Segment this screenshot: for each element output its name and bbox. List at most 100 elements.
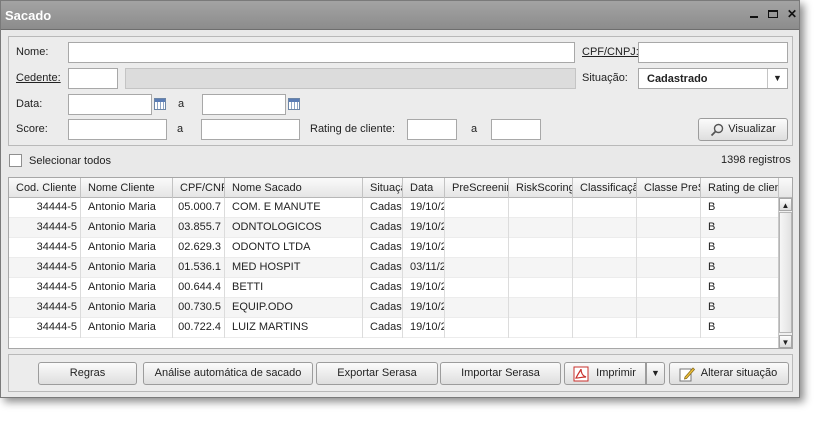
cell-classe-pres [637,238,701,258]
cell-riskscoring [509,318,573,338]
cell-cod-cliente: 34444-5 [9,258,81,278]
col-rating-cliente[interactable]: Rating de cliente [701,178,779,198]
table-row[interactable]: 34444-5 Antonio Maria 00.730.5 EQUIP.ODO Cad… [9,298,779,318]
col-cpf-cnpj[interactable]: CPF/CNPJ [173,178,225,198]
cell-classificacao [573,218,637,238]
regras-button[interactable]: Regras [38,362,137,385]
cell-cpf-cnpj: 01.536.1 [173,258,225,278]
grid-header-corner [778,178,792,198]
cell-rating-cliente: B [701,298,779,318]
cell-cod-cliente: 34444-5 [9,318,81,338]
cell-situacao: Cadastrado [363,238,403,258]
table-row[interactable]: 34444-5Antonio Maria00.644.4BETTICadastr… [9,278,779,298]
rating-from-input[interactable] [407,119,457,140]
cell-situacao: Cadastrado [363,198,403,218]
minimize-icon [750,16,758,18]
cell-data: 19/10/2 [403,218,445,238]
cedente-code-input[interactable] [68,68,118,89]
cedente-name-field [125,68,576,89]
select-all-checkbox[interactable] [9,154,22,167]
grid-header: Cod. Cliente Nome Cliente CPF/CNPJ Nome … [9,178,779,198]
cell-situacao: Cadastrado [363,318,403,338]
col-riskscoring[interactable]: RiskScoring [509,178,573,198]
importar-serasa-button[interactable]: Importar Serasa [440,362,561,385]
grid-body: 34444-5 Antonio Maria 05.000.7 COM. E MANUT… [9,198,779,348]
cell-classe-pres [637,258,701,278]
scroll-up-icon[interactable]: ▲ [779,198,792,211]
cell-nome-cliente: Antonio Maria [81,318,173,338]
cedente-link[interactable]: Cedente: [16,72,61,84]
cell-cpf-cnpj: 00.644.4 [173,278,225,298]
imprimir-dropdown[interactable]: ▼ [646,362,665,385]
col-cod-cliente[interactable]: Cod. Cliente [9,178,81,198]
cell-situacao: Cadastrado [363,258,403,278]
cell-riskscoring [509,198,573,218]
cell-rating-cliente: B [701,198,779,218]
table-row[interactable]: 34444-5 Antonio Maria 05.000.7 COM. E MANUT… [9,198,779,218]
table-row[interactable]: 34444-5 Antonio Maria 03.855.7 ODNTOLOGICOS… [9,218,779,238]
scroll-thumb[interactable] [779,212,792,333]
score-label: Score: [16,123,48,135]
col-data[interactable]: Data [403,178,445,198]
cell-situacao: Cadastrado [363,298,403,318]
col-nome-cliente[interactable]: Nome Cliente [81,178,173,198]
cell-nome-sacado: ODONTO LTDA [225,238,363,258]
situacao-select[interactable]: Cadastrado ▼ [638,68,788,89]
data-label: Data: [16,98,43,110]
visualizar-button[interactable]: Visualizar [698,118,788,141]
rating-to-input[interactable] [491,119,541,140]
nome-input[interactable] [68,42,575,63]
col-classificacao[interactable]: Classificação [573,178,637,198]
minimize-button[interactable] [747,7,761,21]
alterar-situacao-button[interactable]: Alterar situação [669,362,789,385]
maximize-button[interactable] [766,7,780,21]
data-to-input[interactable] [202,94,286,115]
cell-rating-cliente: B [701,278,779,298]
imprimir-button[interactable]: Imprimir [564,362,646,385]
cell-nome-cliente: Antonio Maria [81,278,173,298]
col-nome-sacado[interactable]: Nome Sacado [225,178,363,198]
cell-situacao: Cadastrado [363,278,403,298]
cell-data: 19/10/2 [403,278,445,298]
scroll-down-icon[interactable]: ▼ [779,335,792,348]
cell-nome-sacado: MED HOSPIT [225,258,363,278]
calendar-icon[interactable] [154,98,166,110]
cell-riskscoring [509,258,573,278]
analise-automatica-button[interactable]: Análise automática de sacado [143,362,313,385]
pencil-icon [679,367,695,382]
cpf-cnpj-link[interactable]: CPF/CNPJ: [582,46,639,58]
exportar-serasa-button[interactable]: Exportar Serasa [316,362,438,385]
footer-panel: Regras Análise automática de sacado Expo… [8,354,793,392]
cpf-cnpj-input[interactable] [638,42,788,63]
cell-prescreening [445,198,509,218]
rating-separator: a [471,123,478,135]
close-button[interactable]: ✕ [785,7,799,21]
cell-classificacao [573,198,637,218]
vertical-scrollbar[interactable]: ▲ ▼ [778,198,792,348]
select-all-label: Selecionar todos [29,155,111,167]
cell-classe-pres [637,298,701,318]
cell-prescreening [445,258,509,278]
cell-cod-cliente: 34444-5 [9,298,81,318]
cell-prescreening [445,318,509,338]
cell-classe-pres [637,318,701,338]
filter-panel: Nome: CPF/CNPJ: Cedente: Situação: Cadas… [8,36,793,146]
situacao-value: Cadastrado [647,73,708,85]
col-prescreening[interactable]: PreScreening [445,178,509,198]
maximize-icon [768,10,778,18]
cell-cpf-cnpj: 02.629.3 [173,238,225,258]
cell-prescreening [445,218,509,238]
cell-classe-pres [637,218,701,238]
calendar-icon[interactable] [288,98,300,110]
data-from-input[interactable] [68,94,152,115]
situacao-label: Situação: [582,72,628,84]
table-row[interactable]: 34444-5 Antonio Maria 02.629.3 ODONTO LTDA C… [9,238,779,258]
visualizar-label: Visualizar [728,123,776,135]
nome-label: Nome: [16,46,49,58]
score-from-input[interactable] [68,119,167,140]
col-situacao[interactable]: Situação [363,178,403,198]
score-to-input[interactable] [201,119,300,140]
col-classe-pres[interactable]: Classe PreS [637,178,701,198]
table-row[interactable]: 34444-5 Antonio Maria 01.536.1 MED HOSPIT Ca… [9,258,779,278]
table-row[interactable]: 34444-5 Antonio Maria 00.722.4 LUIZ MARTINS… [9,318,779,338]
